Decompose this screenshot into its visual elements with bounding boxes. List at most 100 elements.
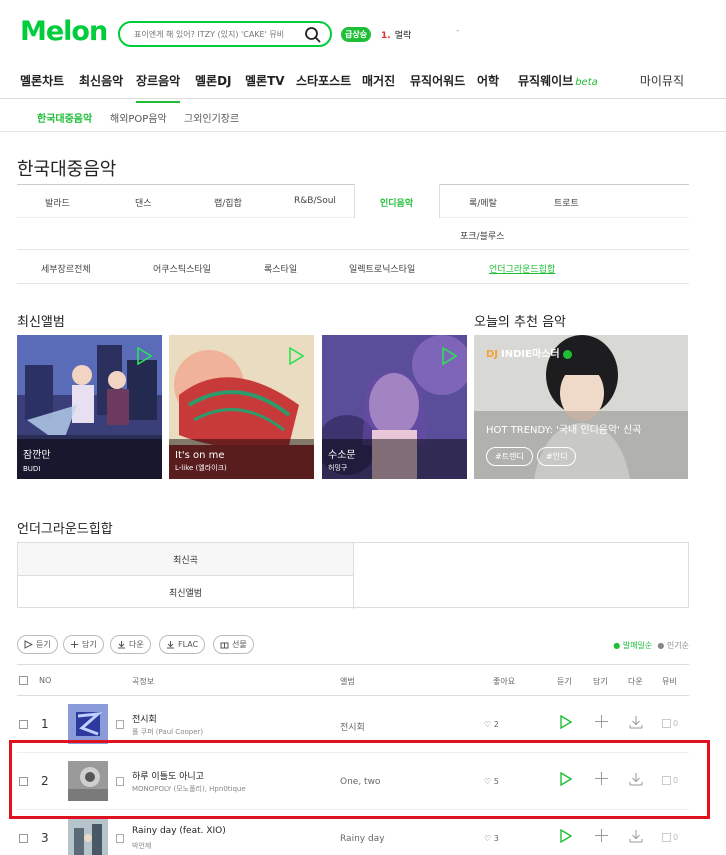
listen-button[interactable]: 듣기 <box>17 635 58 654</box>
album-artist[interactable]: 허밍구 <box>328 463 347 473</box>
style-acoustic[interactable]: 어쿠스틱스타일 <box>153 262 211 275</box>
nav-melon-chart[interactable]: 멜론차트 <box>20 72 64 89</box>
style-all[interactable]: 세부장르전체 <box>41 262 91 275</box>
dj-label: DJ <box>486 349 499 360</box>
subnav-korean-pop[interactable]: 한국대중음악 <box>37 110 92 125</box>
nav-genre-music[interactable]: 장르음악 <box>136 72 181 103</box>
style-rock[interactable]: 록스타일 <box>264 262 297 275</box>
play-icon[interactable] <box>560 714 573 732</box>
play-icon[interactable] <box>288 346 305 368</box>
rank-keyword: 멀락 <box>394 31 412 41</box>
rank-number: 1. <box>381 31 391 41</box>
tag-indie[interactable]: #인디 <box>537 447 577 466</box>
like-button[interactable]: ♡ 2 <box>484 720 499 729</box>
album-artist[interactable]: BUDI <box>23 465 40 473</box>
song-artist[interactable]: 박언제 <box>132 841 151 851</box>
download-icon[interactable] <box>629 715 643 732</box>
tab-latest-songs[interactable]: 최신곡 <box>18 543 354 576</box>
search-input[interactable] <box>134 29 304 39</box>
nav-music-wave[interactable]: 뮤직웨이브 beta <box>518 72 598 89</box>
play-icon[interactable] <box>560 828 573 846</box>
play-icon[interactable] <box>441 346 458 368</box>
add-icon[interactable] <box>595 829 608 845</box>
nav-melon-tv[interactable]: 멜론TV <box>245 72 285 89</box>
mv-count: 0 <box>673 833 679 842</box>
genre-folk[interactable]: 포크/블루스 <box>460 229 504 242</box>
nav-language[interactable]: 어학 <box>477 72 499 89</box>
album-card[interactable]: 수소문 허밍구 <box>322 335 467 479</box>
recommend-headline[interactable]: HOT TRENDY: '국내 인디음악' 신곡 <box>486 421 641 436</box>
realtime-rank-keyword[interactable]: 1. 멀락 <box>381 28 411 41</box>
song-title[interactable]: 전시회 <box>132 712 157 725</box>
genre-rnb[interactable]: R&B/Soul <box>294 196 336 206</box>
song-thumbnail[interactable] <box>68 818 108 855</box>
nav-music-award[interactable]: 뮤직어워드 <box>410 72 465 89</box>
tag-trendy[interactable]: #트렌디 <box>486 447 533 466</box>
genre-rock[interactable]: 록/메탈 <box>469 196 497 209</box>
row-checkbox[interactable] <box>19 834 28 843</box>
album-title[interactable]: 수소문 <box>328 446 356 461</box>
genre-hiphop[interactable]: 랩/힙합 <box>214 196 242 209</box>
nav-starpost[interactable]: 스타포스트 <box>296 72 351 89</box>
sort-popular-label: 인기순 <box>666 641 689 650</box>
download-icon[interactable] <box>629 829 643 846</box>
recommend-card[interactable]: DJ INDIE마스터 HOT TRENDY: '국내 인디음악' 신곡 #트렌디… <box>474 335 688 479</box>
genre-dance[interactable]: 댄스 <box>135 196 152 209</box>
melon-logo[interactable]: Melon <box>20 16 108 47</box>
sort-by-release[interactable]: ● 발매일순 <box>613 641 652 650</box>
genre-indie[interactable]: 인디음악 <box>380 196 413 209</box>
album-title[interactable]: It's on me <box>175 450 225 461</box>
subnav-overseas-pop[interactable]: 해외POP음악 <box>110 110 167 125</box>
song-album[interactable]: 전시회 <box>340 720 365 733</box>
mv-count: 0 <box>673 719 679 728</box>
listen-label: 듣기 <box>36 640 51 649</box>
like-count: 2 <box>493 720 499 729</box>
download-button[interactable]: 다운 <box>110 635 151 654</box>
subnav-other-genres[interactable]: 그외인기장르 <box>184 110 239 125</box>
song-info-icon[interactable] <box>116 834 124 843</box>
search-box[interactable] <box>118 21 332 47</box>
add-button[interactable]: 담기 <box>63 635 104 654</box>
play-icon[interactable] <box>136 346 153 368</box>
header-likes: 좋아요 <box>493 677 516 686</box>
tab-latest-albums[interactable]: 최신앨범 <box>18 576 354 609</box>
like-button[interactable]: ♡ 3 <box>484 834 499 843</box>
sort-release-label: 발매일순 <box>622 641 653 650</box>
album-card[interactable]: 잠깐만 BUDI <box>17 335 162 479</box>
nav-latest-music[interactable]: 최신음악 <box>79 72 123 89</box>
album-artist[interactable]: L-like (엘라이크) <box>175 463 227 473</box>
style-electronic[interactable]: 일렉트로닉스타일 <box>349 262 415 275</box>
mv-icon[interactable] <box>662 719 671 728</box>
beta-label: beta <box>575 77 598 88</box>
nav-melon-dj[interactable]: 멜론DJ <box>195 72 232 89</box>
album-card[interactable]: It's on me L-like (엘라이크) <box>169 335 314 479</box>
song-info-icon[interactable] <box>116 720 124 729</box>
flac-label: FLAC <box>178 640 199 649</box>
mv-icon[interactable] <box>662 833 671 842</box>
genre-ballad[interactable]: 발라드 <box>45 196 70 209</box>
list-toolbar: 듣기 담기 다운 FLAC 선물 ● 발매일순 ● 인기순 <box>17 635 689 655</box>
song-thumbnail[interactable] <box>68 704 108 744</box>
song-album[interactable]: Rainy day <box>340 834 385 844</box>
song-artist[interactable]: 폴 쿠퍼 (Paul Cooper) <box>132 727 203 737</box>
row-checkbox[interactable] <box>19 720 28 729</box>
nav-my-music[interactable]: 마이뮤직 <box>640 72 684 89</box>
sort-by-popularity[interactable]: ● 인기순 <box>657 641 689 650</box>
realtime-rank-badge: 급상승 <box>341 27 372 42</box>
header-album: 앨범 <box>340 677 355 686</box>
latest-albums-title: 최신앨범 <box>17 315 65 330</box>
style-underground-hiphop[interactable]: 언더그라운드힙합 <box>489 262 555 275</box>
style-menu: 세부장르전체 어쿠스틱스타일 록스타일 일렉트로닉스타일 언더그라운드힙합 <box>17 250 689 284</box>
flac-button[interactable]: FLAC <box>159 635 206 654</box>
nav-magazine[interactable]: 매거진 <box>362 72 395 89</box>
song-title[interactable]: Rainy day (feat. XIO) <box>132 826 226 836</box>
genre-trot[interactable]: 트로트 <box>554 196 579 209</box>
gift-button[interactable]: 선물 <box>213 635 254 654</box>
rank-separator: - <box>456 26 460 36</box>
dj-name: INDIE마스터 <box>501 349 560 360</box>
select-all-checkbox[interactable] <box>19 676 28 685</box>
recommend-title: 오늘의 추천 음악 <box>474 315 566 330</box>
album-title[interactable]: 잠깐만 <box>23 446 51 461</box>
add-icon[interactable] <box>595 715 608 731</box>
search-icon[interactable] <box>304 26 322 47</box>
